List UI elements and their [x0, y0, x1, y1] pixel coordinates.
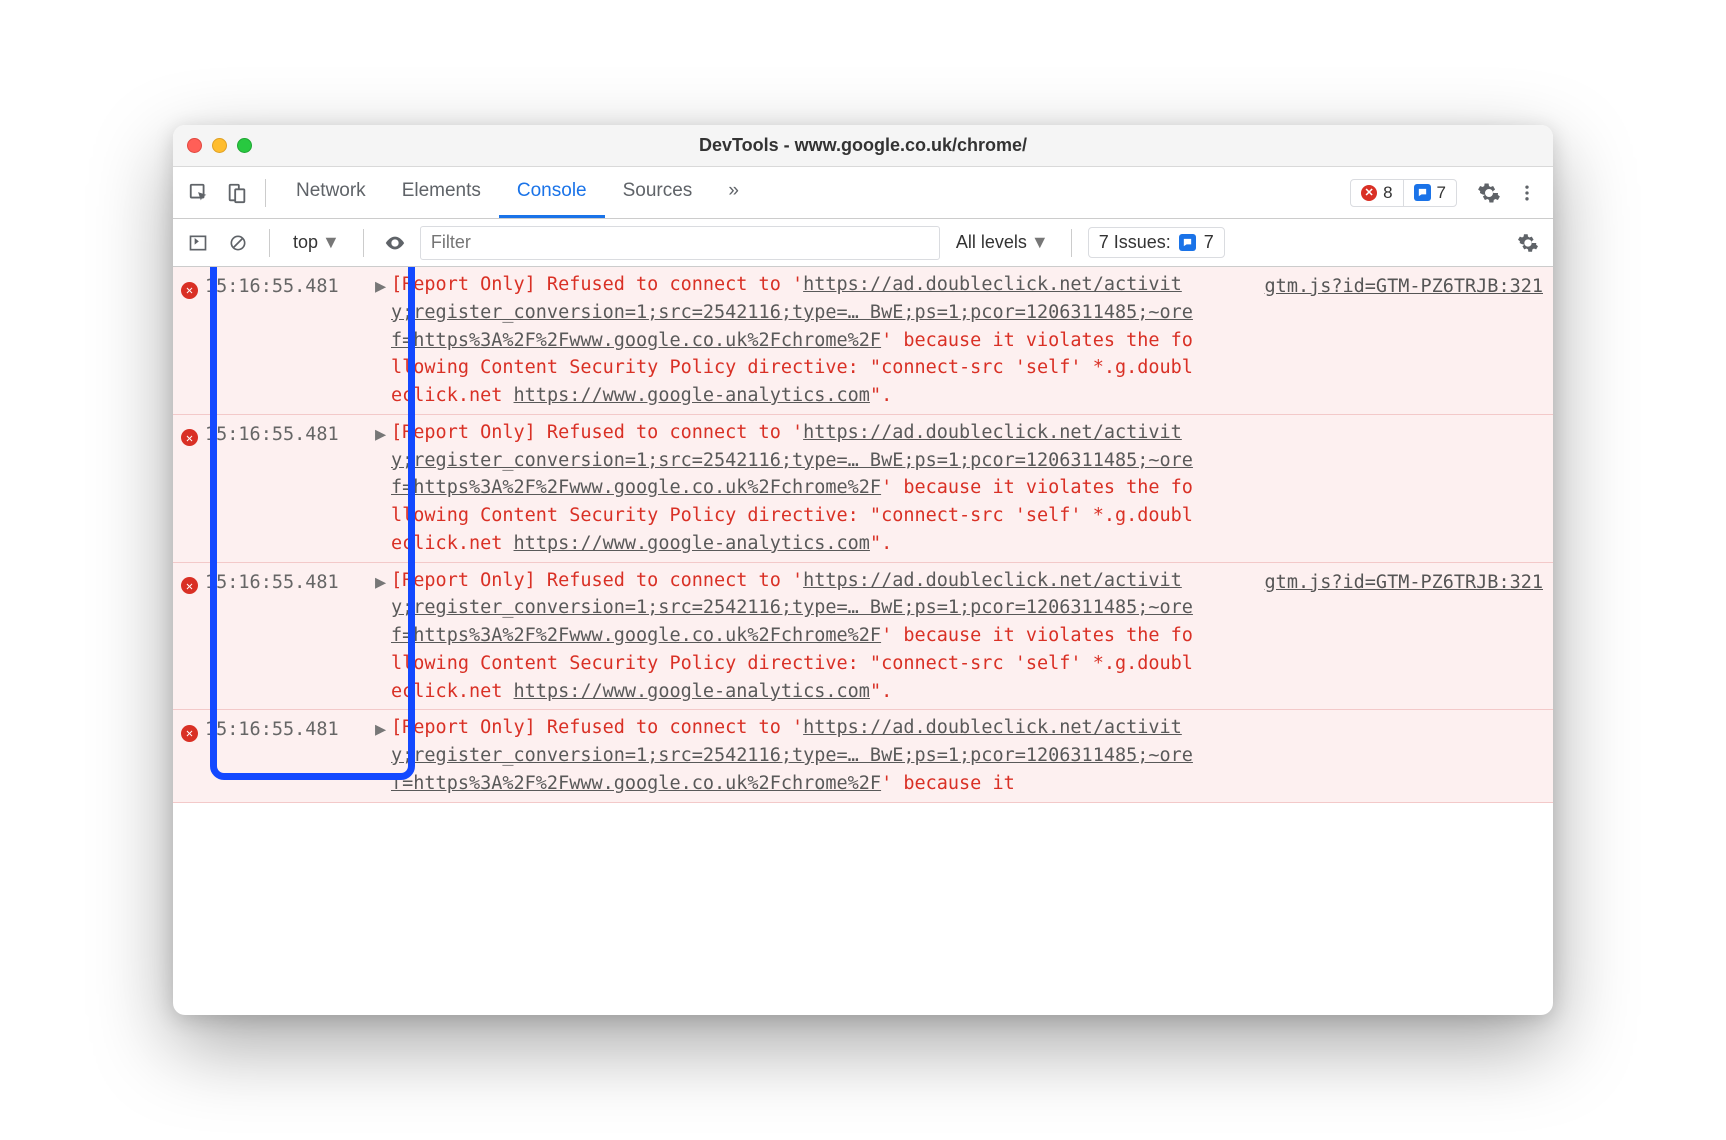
tab-more[interactable]: » — [710, 167, 757, 218]
expand-caret-icon[interactable]: ▶ — [375, 714, 391, 744]
issues-label: 7 Issues: — [1099, 232, 1171, 253]
url-link[interactable]: https://ad.doubleclick.net/activity;regi… — [391, 422, 1193, 499]
expand-caret-icon[interactable]: ▶ — [375, 419, 391, 449]
console-toolbar: top ▼ All levels ▼ 7 Issues: 7 — [173, 219, 1553, 267]
info-icon — [1179, 234, 1196, 251]
console-error-row[interactable]: ✕15:16:55.481▶[Report Only] Refused to c… — [173, 710, 1553, 802]
more-options-icon[interactable] — [1511, 177, 1543, 209]
tab-console[interactable]: Console — [499, 167, 605, 218]
toggle-sidebar-icon[interactable] — [183, 228, 213, 258]
info-count-badge[interactable]: 7 — [1403, 180, 1456, 206]
levels-label: All levels — [956, 232, 1027, 253]
traffic-lights — [187, 138, 252, 153]
url-link[interactable]: https://www.google-analytics.com — [514, 385, 870, 406]
tab-elements[interactable]: Elements — [384, 167, 499, 218]
maximize-window-button[interactable] — [237, 138, 252, 153]
minimize-window-button[interactable] — [212, 138, 227, 153]
expand-caret-icon[interactable]: ▶ — [375, 567, 391, 597]
context-label: top — [293, 232, 318, 253]
url-link[interactable]: https://www.google-analytics.com — [514, 533, 870, 554]
close-window-button[interactable] — [187, 138, 202, 153]
chevron-down-icon: ▼ — [322, 232, 340, 253]
expand-caret-icon[interactable]: ▶ — [375, 271, 391, 301]
console-message-list: ✕15:16:55.481▶[Report Only] Refused to c… — [173, 267, 1553, 1015]
console-settings-gear-icon[interactable] — [1513, 228, 1543, 258]
tab-sources[interactable]: Sources — [605, 167, 711, 218]
window-titlebar: DevTools - www.google.co.uk/chrome/ — [173, 125, 1553, 167]
timestamp: 15:16:55.481 — [205, 271, 375, 301]
error-message: [Report Only] Refused to connect to 'htt… — [391, 567, 1203, 706]
error-message: [Report Only] Refused to connect to 'htt… — [391, 419, 1203, 558]
error-message: [Report Only] Refused to connect to 'htt… — [391, 271, 1203, 410]
url-link[interactable]: https://www.google-analytics.com — [514, 681, 870, 702]
timestamp: 15:16:55.481 — [205, 714, 375, 744]
devtools-tabbar: Network Elements Console Sources » ✕ 8 7 — [173, 167, 1553, 219]
error-icon: ✕ — [181, 567, 205, 599]
window-title: DevTools - www.google.co.uk/chrome/ — [252, 135, 1474, 156]
issues-button[interactable]: 7 Issues: 7 — [1088, 227, 1225, 258]
console-error-row[interactable]: ✕15:16:55.481▶[Report Only] Refused to c… — [173, 415, 1553, 563]
url-link[interactable]: https://ad.doubleclick.net/activity;regi… — [391, 717, 1193, 794]
settings-gear-icon[interactable] — [1473, 177, 1505, 209]
device-toolbar-icon[interactable] — [221, 177, 253, 209]
error-icon: ✕ — [181, 419, 205, 451]
inspect-element-icon[interactable] — [183, 177, 215, 209]
console-error-row[interactable]: ✕15:16:55.481▶[Report Only] Refused to c… — [173, 267, 1553, 415]
info-count: 7 — [1437, 183, 1446, 203]
error-count: 8 — [1383, 183, 1392, 203]
filter-input[interactable] — [420, 226, 940, 260]
error-message: [Report Only] Refused to connect to 'htt… — [391, 714, 1203, 797]
log-levels-select[interactable]: All levels ▼ — [950, 232, 1055, 253]
url-link[interactable]: https://ad.doubleclick.net/activity;regi… — [391, 274, 1193, 351]
separator — [265, 179, 266, 207]
chevron-down-icon: ▼ — [1031, 232, 1049, 253]
console-error-row[interactable]: ✕15:16:55.481▶[Report Only] Refused to c… — [173, 563, 1553, 711]
error-count-badge[interactable]: ✕ 8 — [1351, 180, 1402, 206]
error-icon: ✕ — [1361, 185, 1377, 201]
source-link[interactable]: gtm.js?id=GTM-PZ6TRJB:321 — [1203, 271, 1543, 301]
info-icon — [1414, 184, 1431, 201]
url-link[interactable]: https://ad.doubleclick.net/activity;regi… — [391, 570, 1193, 647]
context-selector[interactable]: top ▼ — [286, 229, 347, 256]
error-icon: ✕ — [181, 714, 205, 746]
error-icon: ✕ — [181, 271, 205, 303]
live-expression-eye-icon[interactable] — [380, 228, 410, 258]
separator — [269, 229, 270, 257]
devtools-window: DevTools - www.google.co.uk/chrome/ Netw… — [173, 125, 1553, 1015]
clear-console-icon[interactable] — [223, 228, 253, 258]
timestamp: 15:16:55.481 — [205, 419, 375, 449]
issues-count: 7 — [1204, 232, 1214, 253]
separator — [1071, 229, 1072, 257]
timestamp: 15:16:55.481 — [205, 567, 375, 597]
error-info-counts[interactable]: ✕ 8 7 — [1350, 179, 1457, 207]
separator — [363, 229, 364, 257]
tab-network[interactable]: Network — [278, 167, 384, 218]
source-link[interactable]: gtm.js?id=GTM-PZ6TRJB:321 — [1203, 567, 1543, 597]
